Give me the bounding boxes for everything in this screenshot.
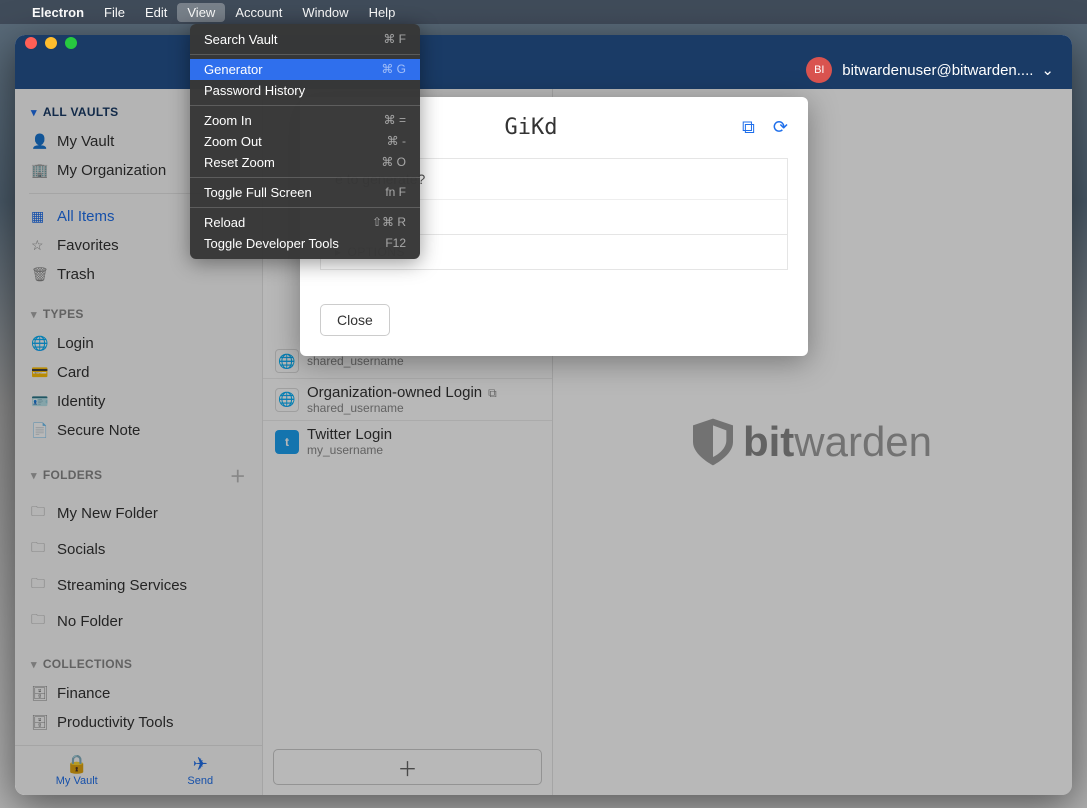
account-email[interactable]: bitwardenuser@bitwarden.... xyxy=(842,62,1033,79)
menu-item-label: Zoom Out xyxy=(204,134,262,149)
menu-item-zoom-in[interactable]: Zoom In ⌘ = xyxy=(190,110,420,131)
menu-item-label: Toggle Developer Tools xyxy=(204,236,339,251)
menu-item-zoom-out[interactable]: Zoom Out ⌘ - xyxy=(190,131,420,152)
menu-edit[interactable]: Edit xyxy=(135,3,177,22)
menu-item-label: Reset Zoom xyxy=(204,155,275,170)
menu-item-shortcut: fn F xyxy=(385,185,406,200)
minimize-window-icon[interactable] xyxy=(45,37,57,49)
menu-item-label: Password History xyxy=(204,83,305,98)
menu-view[interactable]: View xyxy=(177,3,225,22)
zoom-window-icon[interactable] xyxy=(65,37,77,49)
menu-item-password-history[interactable]: Password History xyxy=(190,80,420,101)
menu-item-label: Search Vault xyxy=(204,32,277,47)
menu-item-shortcut: ⌘ - xyxy=(387,134,406,149)
app-window: BI bitwardenuser@bitwarden.... ⌄ ▾ ALL V… xyxy=(15,35,1072,795)
menu-item-search-vault[interactable]: Search Vault ⌘ F xyxy=(190,29,420,50)
titlebar xyxy=(15,35,1072,52)
menu-file[interactable]: File xyxy=(94,3,135,22)
menu-item-toggle-full-screen[interactable]: Toggle Full Screen fn F xyxy=(190,182,420,203)
macos-menubar: Electron File Edit View Account Window H… xyxy=(0,0,1087,24)
menu-item-shortcut: ⌘ = xyxy=(384,113,406,128)
menu-electron[interactable]: Electron xyxy=(22,3,94,22)
menu-item-label: Reload xyxy=(204,215,245,230)
menu-item-reset-zoom[interactable]: Reset Zoom ⌘ O xyxy=(190,152,420,173)
close-window-icon[interactable] xyxy=(25,37,37,49)
app-header: BI bitwardenuser@bitwarden.... ⌄ xyxy=(15,52,1072,89)
menu-window[interactable]: Window xyxy=(292,3,358,22)
menu-item-label: Zoom In xyxy=(204,113,252,128)
menu-item-reload[interactable]: Reload ⇧⌘ R xyxy=(190,212,420,233)
menu-item-label: Toggle Full Screen xyxy=(204,185,312,200)
menu-item-shortcut: F12 xyxy=(385,236,406,251)
menu-help[interactable]: Help xyxy=(359,3,406,22)
menu-item-label: Generator xyxy=(204,62,263,77)
menu-item-generator[interactable]: Generator ⌘ G xyxy=(190,59,420,80)
menu-item-shortcut: ⌘ O xyxy=(381,155,406,170)
close-button[interactable]: Close xyxy=(320,304,390,336)
window-controls xyxy=(25,37,77,49)
menu-item-shortcut: ⌘ G xyxy=(381,62,406,77)
menu-account[interactable]: Account xyxy=(225,3,292,22)
avatar[interactable]: BI xyxy=(806,57,832,83)
chevron-down-icon[interactable]: ⌄ xyxy=(1041,61,1054,79)
copy-icon[interactable]: ⧉ xyxy=(742,117,755,138)
menu-item-toggle-developer-tools[interactable]: Toggle Developer Tools F12 xyxy=(190,233,420,254)
menu-item-shortcut: ⇧⌘ R xyxy=(372,215,406,230)
view-menu-dropdown: Search Vault ⌘ F Generator ⌘ G Password Hist… xyxy=(190,24,420,259)
regenerate-icon[interactable]: ⟳ xyxy=(773,117,788,138)
menu-item-shortcut: ⌘ F xyxy=(383,32,406,47)
